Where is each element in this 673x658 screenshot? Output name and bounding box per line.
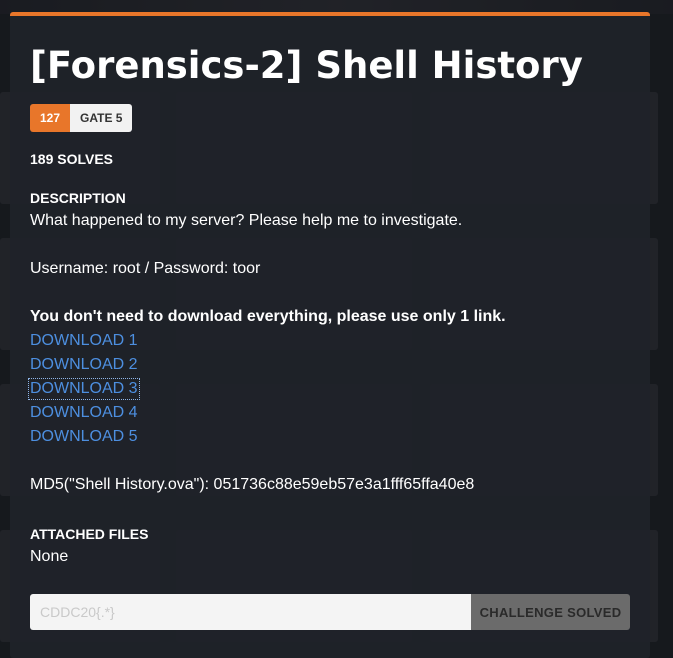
flag-submit-form: CHALLENGE SOLVED (30, 594, 630, 630)
attached-files-heading: ATTACHED FILES (30, 526, 149, 542)
description-text: What happened to my server? Please help … (30, 212, 463, 229)
download-link-4[interactable]: DOWNLOAD 4 (30, 404, 138, 422)
attached-files-value: None (30, 548, 69, 565)
challenge-solved-button[interactable]: CHALLENGE SOLVED (471, 594, 630, 630)
credentials-text: Username: root / Password: toor (30, 260, 261, 277)
points-badge: 127 (30, 104, 71, 132)
challenge-badges: 127 GATE 5 (30, 104, 133, 132)
challenge-title: [Forensics-2] Shell History (30, 44, 583, 87)
download-link-1[interactable]: DOWNLOAD 1 (30, 332, 138, 350)
md5-checksum: MD5("Shell History.ova"): 051736c88e59eb… (30, 476, 475, 493)
solves-count: 189 SOLVES (30, 151, 114, 167)
download-link-5[interactable]: DOWNLOAD 5 (30, 428, 138, 446)
description-heading: DESCRIPTION (30, 190, 126, 206)
download-note: You don't need to download everything, p… (30, 308, 506, 325)
challenge-modal: [Forensics-2] Shell History 127 GATE 5 1… (10, 12, 650, 658)
download-link-2[interactable]: DOWNLOAD 2 (30, 356, 138, 374)
category-tag-badge: GATE 5 (70, 104, 133, 132)
download-link-3[interactable]: DOWNLOAD 3 (28, 378, 140, 400)
flag-input[interactable] (30, 594, 471, 630)
